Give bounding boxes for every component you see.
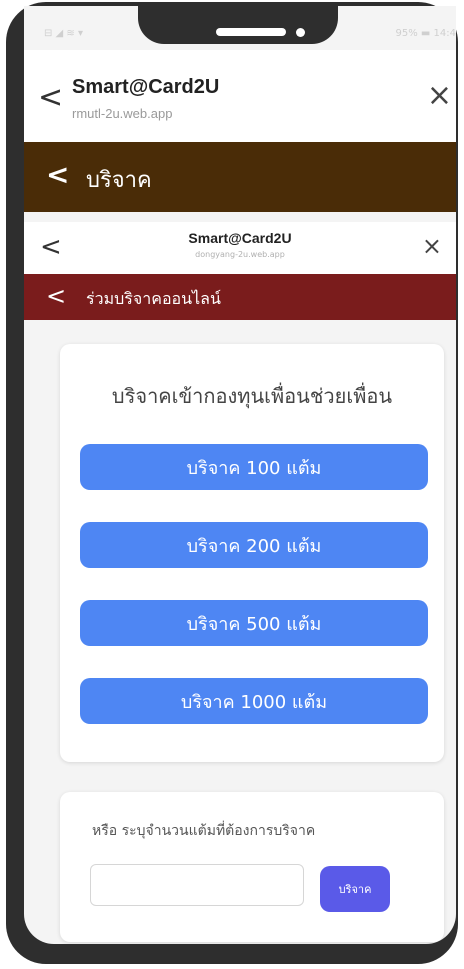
inner-close-icon[interactable]: × bbox=[422, 232, 442, 260]
inner-header-title: ร่วมบริจาคออนไลน์ bbox=[86, 289, 221, 308]
donate-500-button[interactable]: บริจาค 500 แต้ม bbox=[80, 600, 428, 646]
browser-back-icon[interactable]: < bbox=[38, 80, 63, 115]
phone-notch bbox=[138, 2, 338, 44]
app-header-title: บริจาค bbox=[86, 168, 152, 193]
donate-1000-button[interactable]: บริจาค 1000 แต้ม bbox=[80, 678, 428, 724]
inner-header-back-icon[interactable]: < bbox=[46, 282, 66, 310]
submit-donation-button[interactable]: บริจาค bbox=[320, 866, 390, 912]
speaker-grille bbox=[216, 28, 286, 36]
browser-bar: < Smart@Card2U rmutl-2u.web.app × bbox=[24, 50, 456, 142]
donation-card-title: บริจาคเข้ากองทุนเพื่อนช่วยเพื่อน bbox=[111, 384, 393, 408]
phone-screen: ⊟ ◢ ≋ ▾ 95% ▬ 14:4 < Smart@Card2U rmutl-… bbox=[24, 6, 456, 944]
app-back-icon[interactable]: < bbox=[46, 158, 69, 191]
amount-input[interactable] bbox=[90, 864, 304, 906]
status-bar-battery-time: 95% ▬ 14:4 bbox=[395, 28, 457, 39]
phone-frame: ⊟ ◢ ≋ ▾ 95% ▬ 14:4 < Smart@Card2U rmutl-… bbox=[6, 2, 458, 964]
inner-header: < ร่วมบริจาคออนไลน์ bbox=[24, 274, 456, 320]
inner-browser-title: Smart@Card2U bbox=[188, 230, 292, 246]
camera-dot bbox=[296, 28, 305, 37]
app-header: < บริจาค bbox=[24, 142, 456, 212]
inner-browser-url: dongyang-2u.web.app bbox=[195, 250, 285, 259]
custom-amount-card: หรือ ระบุจำนวนแต้มที่ต้องการบริจาค บริจา… bbox=[60, 792, 444, 942]
donation-card: บริจาคเข้ากองทุนเพื่อนช่วยเพื่อน บริจาค … bbox=[60, 344, 444, 762]
status-bar-icons-left: ⊟ ◢ ≋ ▾ bbox=[44, 28, 84, 39]
browser-url: rmutl-2u.web.app bbox=[72, 106, 173, 121]
donate-100-button[interactable]: บริจาค 100 แต้ม bbox=[80, 444, 428, 490]
custom-amount-label: หรือ ระบุจำนวนแต้มที่ต้องการบริจาค bbox=[92, 823, 316, 839]
inner-browser-bar: < Smart@Card2U dongyang-2u.web.app × bbox=[24, 222, 456, 274]
browser-title: Smart@Card2U bbox=[72, 76, 220, 98]
browser-close-icon[interactable]: × bbox=[427, 78, 452, 113]
donate-200-button[interactable]: บริจาค 200 แต้ม bbox=[80, 522, 428, 568]
